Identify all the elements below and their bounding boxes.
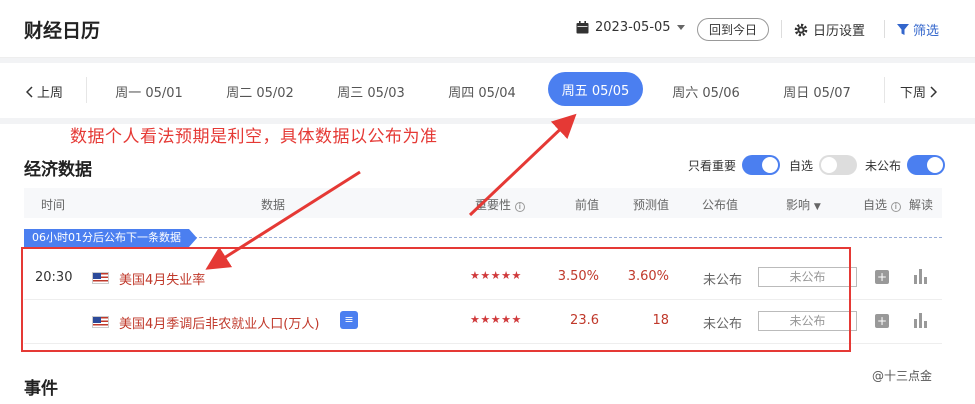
add-watch-icon[interactable]: + <box>875 270 889 284</box>
us-flag-icon <box>92 316 109 328</box>
indicator-name[interactable]: 美国4月失业率 <box>119 269 205 288</box>
actual-value: 未公布 <box>703 273 743 288</box>
chevron-right-icon <box>930 85 938 98</box>
table-header: 时间 数据 重要性 i 前值 预测值 公布值 影响 ▼ 自选 i 解读 <box>24 188 942 218</box>
divider <box>781 20 782 38</box>
toggle-switch[interactable] <box>819 155 858 175</box>
table-row[interactable]: 美国4月季调后非农就业人口(万人) ≡ ★★★★★ 23.6 18 未公布 未公… <box>24 300 942 344</box>
next-week-button[interactable]: 下周 <box>900 82 938 101</box>
col-watch: 自选 i <box>863 196 901 213</box>
day-tab-sat[interactable]: 周六 05/06 <box>656 82 756 101</box>
previous-value: 3.50% <box>557 269 599 284</box>
col-data: 数据 <box>261 198 286 212</box>
today-button[interactable]: 回到今日 <box>697 18 769 41</box>
unpublished-toggle[interactable]: 未公布 <box>865 155 946 175</box>
info-icon: i <box>514 202 525 212</box>
countdown-badge: 06小时01分后公布下一条数据 <box>24 229 197 247</box>
col-previous: 前值 <box>575 198 600 212</box>
annotation-text: 数据个人看法预期是利空，具体数据以公布为准 <box>70 127 438 147</box>
unpublished-label: 未公布 <box>865 158 902 173</box>
toggle-switch[interactable] <box>742 155 781 175</box>
day-tab-tue[interactable]: 周二 05/02 <box>210 82 310 101</box>
col-importance[interactable]: 重要性 i <box>475 196 525 213</box>
next-week-label: 下周 <box>900 86 927 101</box>
us-flag-icon <box>92 272 109 284</box>
current-date: 2023-05-05 <box>595 20 671 35</box>
importance-stars: ★★★★★ <box>470 269 522 282</box>
economic-data-title: 经济数据 <box>24 160 92 180</box>
events-title: 事件 <box>24 379 58 399</box>
filter-label: 筛选 <box>913 24 940 39</box>
indicator-name[interactable]: 美国4月季调后非农就业人口(万人) <box>119 313 319 332</box>
actual-value: 未公布 <box>703 317 743 332</box>
table-row[interactable]: 20:30 美国4月失业率 ★★★★★ 3.50% 3.60% 未公布 未公布 … <box>24 256 942 300</box>
date-picker[interactable]: 2023-05-05 <box>576 20 685 35</box>
day-tab-mon[interactable]: 周一 05/01 <box>99 82 199 101</box>
prev-week-label: 上周 <box>37 86 64 101</box>
calendar-icon <box>576 21 589 34</box>
prev-week-button[interactable]: 上周 <box>26 82 63 101</box>
divider <box>86 77 87 103</box>
impact-badge: 未公布 <box>758 267 857 287</box>
filter-icon <box>897 23 909 35</box>
gear-icon <box>794 23 808 36</box>
important-only-label: 只看重要 <box>688 158 737 173</box>
importance-stars: ★★★★★ <box>470 313 522 326</box>
caret-down-icon: ▼ <box>813 202 821 212</box>
day-tab-fri[interactable]: 周五 05/05 <box>548 72 643 106</box>
page-title: 财经日历 <box>24 20 101 42</box>
day-tab-wed[interactable]: 周三 05/03 <box>321 82 421 101</box>
col-forecast: 预测值 <box>633 198 670 212</box>
toggle-switch[interactable] <box>907 155 946 175</box>
col-actual: 公布值 <box>702 198 739 212</box>
col-time: 时间 <box>41 198 66 212</box>
col-impact[interactable]: 影响 ▼ <box>786 196 821 213</box>
watermark: @十三点金 <box>872 369 933 383</box>
day-tab-sun[interactable]: 周日 05/07 <box>767 82 867 101</box>
filter-button[interactable]: 筛选 <box>897 20 939 39</box>
forecast-value: 18 <box>652 313 669 328</box>
important-only-toggle[interactable]: 只看重要 <box>688 155 781 175</box>
forecast-value: 3.60% <box>627 269 669 284</box>
day-tab-thu[interactable]: 周四 05/04 <box>432 82 532 101</box>
chevron-down-icon <box>676 24 685 30</box>
week-nav: 上周 周一 05/01 周二 05/02 周三 05/03 周四 05/04 周… <box>0 63 975 118</box>
calendar-settings-button[interactable]: 日历设置 <box>794 20 865 39</box>
previous-value: 23.6 <box>570 313 599 328</box>
header-bar: 财经日历 2023-05-05 回到今日 日历设置 筛选 <box>0 0 975 58</box>
divider <box>884 77 885 103</box>
chevron-left-icon <box>26 85 33 98</box>
add-watch-icon[interactable]: + <box>875 314 889 328</box>
impact-badge: 未公布 <box>758 311 857 331</box>
chart-bars-icon[interactable] <box>914 269 928 284</box>
watchlist-label: 自选 <box>789 158 814 173</box>
info-icon: i <box>890 202 901 212</box>
watchlist-toggle[interactable]: 自选 <box>789 155 858 175</box>
document-icon[interactable]: ≡ <box>340 311 358 329</box>
col-explain: 解读 <box>909 198 934 212</box>
row-time: 20:30 <box>35 270 73 285</box>
settings-label: 日历设置 <box>813 24 866 39</box>
divider <box>884 20 885 38</box>
chart-bars-icon[interactable] <box>914 313 928 328</box>
